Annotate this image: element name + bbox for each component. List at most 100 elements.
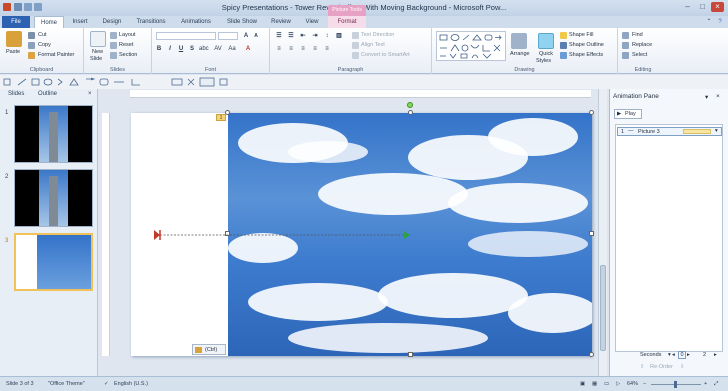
timeline-forward-icon[interactable]: ▸ [687, 352, 690, 358]
cut-icon[interactable] [28, 32, 35, 39]
select-button[interactable]: Select [632, 52, 647, 58]
zoom-out-icon[interactable]: − [643, 381, 646, 387]
zoom-level[interactable]: 64% [627, 381, 638, 387]
animation-tag[interactable]: 1 [216, 114, 226, 121]
shape-fill-icon[interactable] [560, 32, 567, 39]
animation-item[interactable]: 1 — Picture 3 ▾ [617, 127, 722, 136]
shadow-button[interactable]: S [188, 45, 196, 53]
copy-icon[interactable] [28, 42, 35, 49]
animation-timing-bar[interactable] [683, 129, 711, 134]
paste-icon[interactable] [6, 31, 22, 47]
move-up-icon[interactable]: ⇧ [640, 364, 645, 370]
section-icon[interactable] [110, 52, 117, 59]
distributed-icon[interactable]: ≡ [323, 45, 331, 53]
replace-icon[interactable] [622, 42, 629, 49]
numbering-icon[interactable]: ☰ [287, 32, 295, 40]
shapes-gallery[interactable] [436, 31, 506, 61]
slide-sorter-icon[interactable]: ▦ [592, 381, 597, 387]
slide-thumbnail-3-selected[interactable] [14, 233, 93, 291]
theme-name[interactable]: "Office Theme" [48, 381, 85, 387]
font-name-field[interactable] [156, 32, 216, 40]
quick-styles-label[interactable]: Quick [539, 51, 553, 57]
fit-to-window-icon[interactable]: ⤢ [714, 381, 718, 388]
slide-thumbnail-1[interactable] [14, 105, 93, 163]
character-spacing-button[interactable]: AV [214, 45, 222, 53]
text-direction-icon[interactable] [352, 32, 359, 39]
quick-styles-icon[interactable] [538, 33, 554, 49]
select-icon[interactable] [622, 52, 629, 59]
tab-design[interactable]: Design [97, 16, 127, 28]
section-button[interactable]: Section [119, 52, 137, 58]
tab-review[interactable]: Review [266, 16, 296, 28]
rotation-handle[interactable] [407, 102, 413, 108]
help-icon[interactable]: ? [715, 16, 725, 28]
find-icon[interactable] [622, 32, 629, 39]
scrollbar-thumb[interactable] [600, 265, 606, 351]
reset-icon[interactable] [110, 42, 117, 49]
columns-icon[interactable]: ▥ [335, 32, 343, 40]
seconds-button[interactable]: Seconds [640, 352, 661, 358]
resize-handle[interactable] [408, 110, 413, 115]
align-text-icon[interactable] [352, 42, 359, 49]
resize-handle[interactable] [589, 110, 594, 115]
item-dropdown-icon[interactable]: ▾ [715, 128, 718, 134]
italic-button[interactable]: I [166, 45, 174, 53]
tab-insert[interactable]: Insert [66, 16, 94, 28]
slide-thumbnail-2[interactable] [14, 169, 93, 227]
normal-view-icon[interactable]: ▣ [580, 381, 585, 387]
close-pane-icon[interactable]: × [88, 90, 92, 99]
reading-view-icon[interactable]: ▭ [604, 381, 609, 387]
quick-styles-label-2[interactable]: Styles [536, 58, 551, 64]
layout-button[interactable]: Layout [119, 32, 136, 38]
resize-handle[interactable] [589, 231, 594, 236]
align-text-button[interactable]: Align Text [361, 42, 385, 48]
new-slide-icon[interactable] [90, 31, 106, 47]
align-right-icon[interactable]: ≡ [299, 45, 307, 53]
cut-button[interactable]: Cut [38, 32, 47, 38]
shape-outline-icon[interactable] [560, 42, 567, 49]
seconds-dropdown-icon[interactable]: ▾ [668, 352, 671, 358]
format-painter-button[interactable]: Format Painter [38, 52, 74, 58]
shape-effects-button[interactable]: Shape Effects [569, 52, 603, 58]
bullets-icon[interactable]: ☰ [275, 32, 283, 40]
bold-button[interactable]: B [155, 45, 163, 53]
shrink-font-button[interactable]: A [252, 32, 260, 40]
change-case-button[interactable]: Aa [228, 45, 236, 53]
format-painter-icon[interactable] [28, 52, 35, 59]
arrange-button[interactable]: Arrange [510, 51, 530, 57]
arrange-icon[interactable] [511, 33, 527, 49]
align-left-icon[interactable]: ≡ [275, 45, 283, 53]
zoom-slider-thumb[interactable] [674, 381, 677, 388]
language[interactable]: English (U.S.) [114, 381, 148, 387]
align-center-icon[interactable]: ≡ [287, 45, 295, 53]
tab-slides[interactable]: Slides [8, 90, 24, 99]
move-down-icon[interactable]: ⇩ [680, 364, 685, 370]
text-direction-button[interactable]: Text Direction [361, 32, 394, 38]
minimize-icon[interactable]: – [681, 2, 694, 12]
pane-options-icon[interactable]: ▾ [705, 93, 708, 101]
slideshow-view-icon[interactable]: ▷ [616, 381, 620, 387]
slide-scrollbar[interactable] [598, 89, 607, 376]
font-color-button[interactable]: A [244, 45, 252, 53]
tab-slide-show[interactable]: Slide Show [221, 16, 263, 28]
paste-label[interactable]: Paste [6, 49, 20, 55]
decrease-indent-icon[interactable]: ⇤ [299, 32, 307, 40]
timeline-back-icon[interactable]: ◂ [672, 352, 675, 358]
tab-format[interactable]: Format [328, 16, 366, 28]
new-slide-label-2[interactable]: Slide [90, 56, 102, 62]
find-button[interactable]: Find [632, 32, 643, 38]
justify-icon[interactable]: ≡ [311, 45, 319, 53]
timeline-next-icon[interactable]: ▸ [714, 352, 717, 358]
shape-fill-button[interactable]: Shape Fill [569, 32, 593, 38]
layout-icon[interactable] [110, 32, 117, 39]
tab-home[interactable]: Home [34, 16, 64, 28]
underline-button[interactable]: U [177, 45, 185, 53]
tab-outline[interactable]: Outline [38, 90, 57, 99]
tab-file[interactable]: File [2, 16, 30, 28]
copy-button[interactable]: Copy [38, 42, 51, 48]
close-animation-pane-icon[interactable]: × [716, 93, 720, 100]
replace-button[interactable]: Replace [632, 42, 652, 48]
shape-effects-icon[interactable] [560, 52, 567, 59]
line-spacing-icon[interactable]: ↕ [323, 32, 331, 40]
tab-view[interactable]: View [299, 16, 325, 28]
